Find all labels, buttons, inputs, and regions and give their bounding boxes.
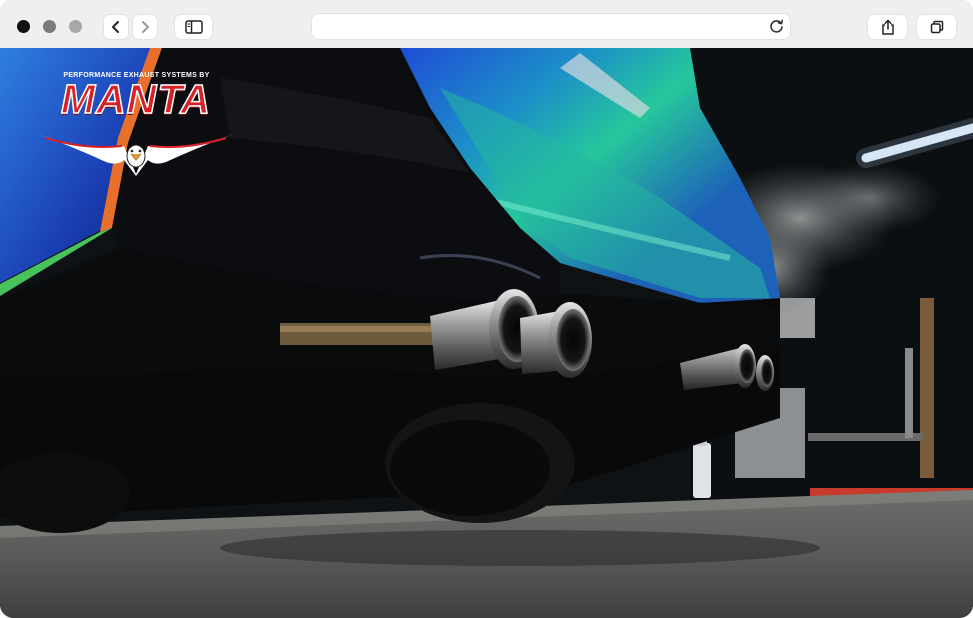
browser-toolbar [0, 0, 973, 50]
close-window-button[interactable] [17, 20, 30, 33]
zoom-window-button[interactable] [69, 20, 82, 33]
chevron-left-icon [112, 21, 119, 33]
tabs-icon [930, 20, 943, 34]
eagle-emblem-icon [38, 134, 234, 176]
share-icon [881, 19, 894, 35]
share-button[interactable] [868, 15, 907, 39]
sidebar-toggle-button[interactable] [175, 15, 212, 39]
minimize-window-button[interactable] [43, 20, 56, 33]
sidebar-icon [184, 20, 203, 34]
forward-button[interactable] [133, 15, 157, 39]
url-input[interactable] [322, 17, 766, 38]
reload-icon[interactable] [768, 18, 785, 35]
tabs-overview-button[interactable] [917, 15, 956, 39]
chevron-right-icon [142, 21, 149, 33]
manta-logo[interactable]: PERFORMANCE EXHAUST SYSTEMS BY MANTA [36, 72, 236, 182]
back-button[interactable] [104, 15, 128, 39]
hero-image: PERFORMANCE EXHAUST SYSTEMS BY MANTA [0, 48, 973, 618]
browser-window: PERFORMANCE EXHAUST SYSTEMS BY MANTA [0, 0, 973, 618]
address-bar[interactable] [312, 14, 790, 39]
